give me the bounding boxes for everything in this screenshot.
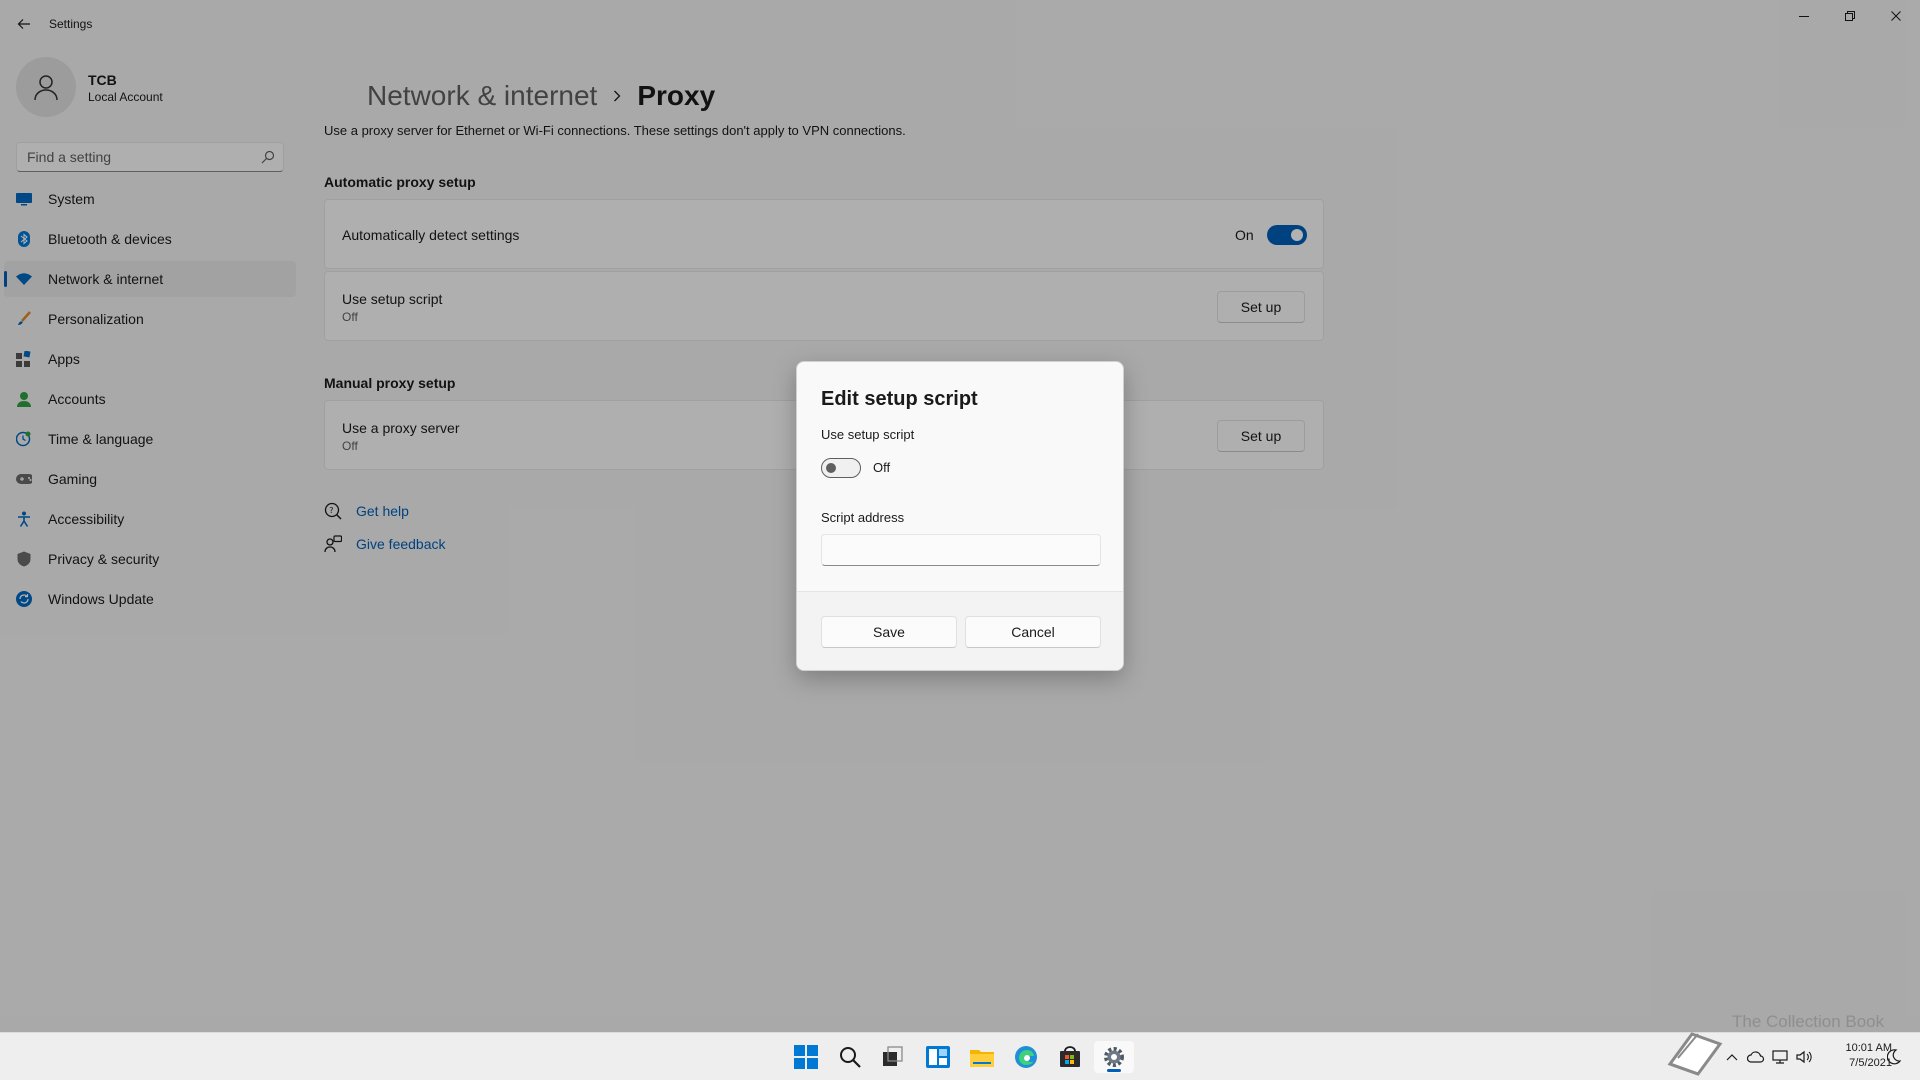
use-setup-script-toggle[interactable] <box>821 458 861 478</box>
script-address-label: Script address <box>821 510 905 525</box>
task-view-button[interactable] <box>873 1041 913 1073</box>
clock-date: 7/5/2021 <box>1849 1057 1892 1069</box>
dialog-footer: Save Cancel <box>797 591 1123 670</box>
edge-browser-button[interactable] <box>1006 1041 1046 1073</box>
volume-icon[interactable] <box>1794 1047 1814 1067</box>
edit-setup-script-dialog: Edit setup script Use setup script Off S… <box>796 361 1124 671</box>
edge-icon <box>1015 1046 1037 1068</box>
store-button[interactable] <box>1050 1041 1090 1073</box>
watermark-text: The Collection Book <box>1732 1012 1885 1031</box>
gear-icon <box>1104 1047 1124 1067</box>
cloud-icon[interactable] <box>1746 1047 1766 1067</box>
file-explorer-button[interactable] <box>962 1041 1002 1073</box>
widgets-icon <box>926 1046 950 1068</box>
taskbar-clock[interactable]: 10:01 AM 7/5/2021 <box>1828 1041 1892 1071</box>
windows-logo-icon <box>794 1045 818 1069</box>
widgets-button[interactable] <box>918 1041 958 1073</box>
folder-icon <box>970 1050 994 1067</box>
clock-time: 10:01 AM <box>1845 1042 1892 1054</box>
system-tray <box>1720 1033 1816 1080</box>
use-setup-script-state: Off <box>873 460 891 475</box>
task-view-icon <box>883 1046 903 1066</box>
use-setup-script-label: Use setup script <box>821 427 915 442</box>
network-icon[interactable] <box>1770 1047 1790 1067</box>
notification-moon-icon[interactable] <box>1884 1047 1904 1067</box>
taskbar-search-button[interactable] <box>830 1041 870 1073</box>
script-address-input[interactable] <box>821 534 1101 566</box>
taskbar: 10:01 AM 7/5/2021 <box>0 1032 1920 1080</box>
settings-taskbar-button[interactable] <box>1094 1041 1134 1073</box>
store-icon <box>1060 1046 1080 1067</box>
cancel-button[interactable]: Cancel <box>965 616 1101 648</box>
search-icon <box>840 1047 861 1068</box>
start-button[interactable] <box>786 1041 826 1073</box>
book-logo-icon <box>1667 1032 1723 1076</box>
save-button[interactable]: Save <box>821 616 957 648</box>
dialog-title: Edit setup script <box>821 388 978 410</box>
